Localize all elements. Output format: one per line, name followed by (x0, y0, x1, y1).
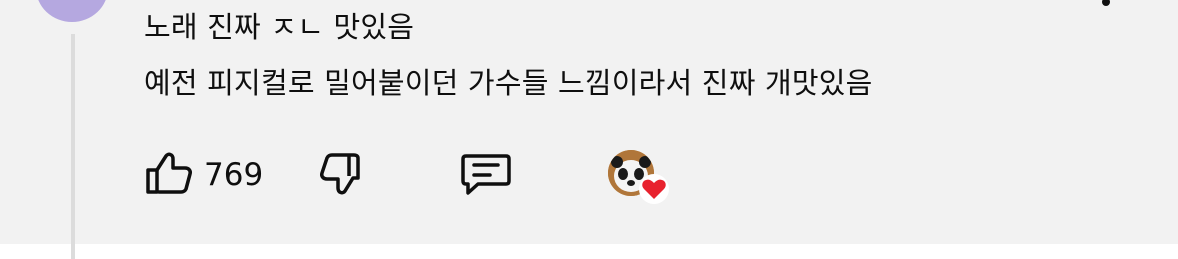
creator-heart-badge (608, 150, 672, 204)
like-button[interactable]: 769 (144, 150, 263, 200)
comment-icon (460, 150, 512, 202)
comment-panel: 노래 진짜 ㅈㄴ 맛있음 예전 피지컬로 밀어붙이던 가수들 느낌이라서 진짜 … (0, 0, 1178, 259)
comment-text-line-2: 예전 피지컬로 밀어붙이던 가수들 느낌이라서 진짜 개맛있음 (144, 66, 873, 100)
comment-text-line-1: 노래 진짜 ㅈㄴ 맛있음 (144, 10, 415, 44)
avatar[interactable] (36, 0, 108, 22)
reply-button[interactable] (460, 150, 512, 202)
thread-line (71, 34, 75, 259)
thumbs-up-icon (144, 150, 194, 200)
creator-heart-icon (638, 174, 670, 208)
thumbs-down-icon (316, 152, 362, 202)
like-count: 769 (204, 157, 264, 193)
dislike-button[interactable] (316, 152, 362, 202)
more-options-icon[interactable] (1102, 0, 1110, 6)
